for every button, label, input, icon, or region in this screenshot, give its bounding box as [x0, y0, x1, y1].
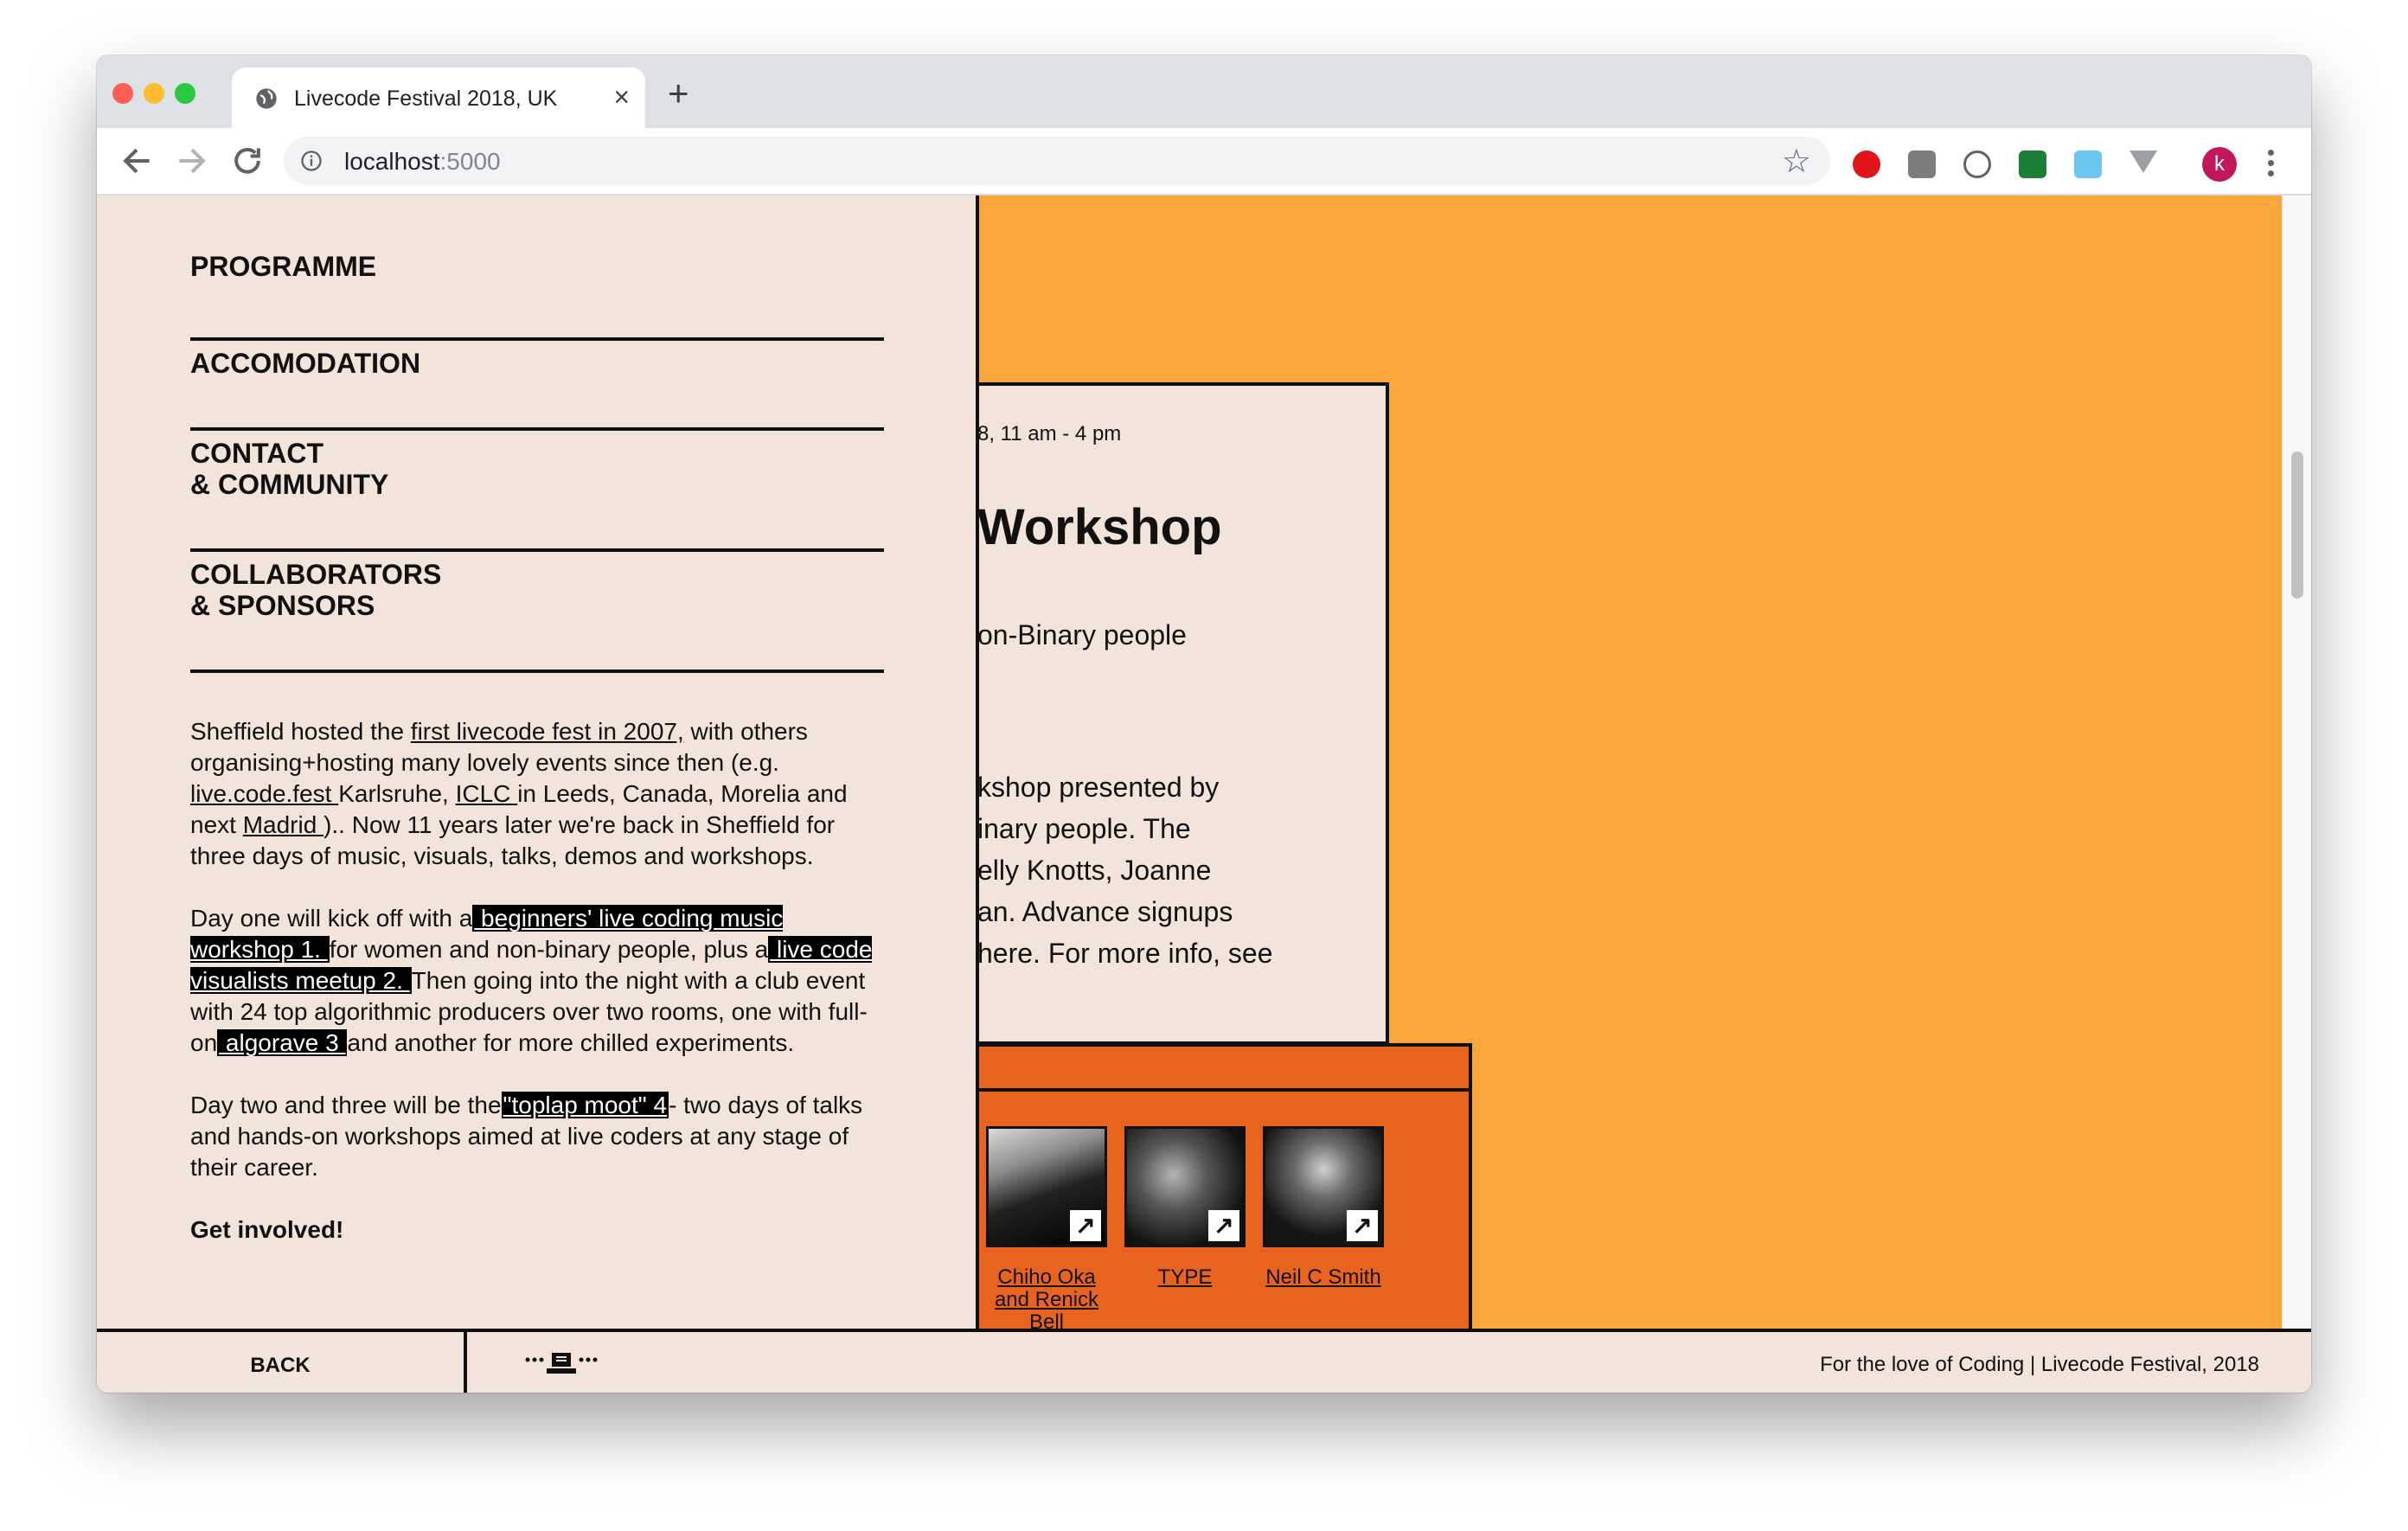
live-code-fest-link[interactable]: live.code.fest: [190, 780, 338, 807]
back-arrow-icon[interactable]: [118, 142, 156, 180]
new-tab-button[interactable]: +: [668, 75, 689, 112]
intro-text: Sheffield hosted the: [190, 718, 411, 745]
side-panel: PROGRAMME ACCOMODATION CONTACT & COMMUNI…: [97, 195, 979, 1329]
footer-credit: For the love of Coding | Livecode Festiv…: [1820, 1353, 2259, 1376]
tab-title: Livecode Festival 2018, UK: [294, 86, 558, 111]
artist-name[interactable]: Chiho Oka and Renick Bell: [986, 1266, 1107, 1334]
event-card: 8, 11 am - 4 pm Workshop on-Binary peopl…: [977, 382, 1389, 1045]
nav-collaborators-sponsors[interactable]: COLLABORATORS & SPONSORS: [190, 548, 884, 673]
maximize-window-button[interactable]: [175, 83, 195, 104]
url-host: localhost: [344, 148, 440, 175]
intro-text: Day one will kick off with a: [190, 905, 473, 932]
tab-strip: Livecode Festival 2018, UK × +: [97, 55, 2311, 128]
artist-card[interactable]: ↗ Chiho Oka and Renick Bell: [986, 1126, 1107, 1334]
vue-extension-icon[interactable]: [2019, 151, 2046, 178]
artist-photo[interactable]: ↗: [1124, 1126, 1246, 1247]
adblock-extension-icon[interactable]: [1853, 151, 1880, 178]
menu-icon[interactable]: [2268, 145, 2275, 183]
intro-text: Karlsruhe,: [338, 780, 456, 807]
browser-window: Livecode Festival 2018, UK × + localhost…: [97, 55, 2311, 1393]
artist-photo[interactable]: ↗: [986, 1126, 1107, 1247]
nav-label[interactable]: PROGRAMME: [190, 251, 376, 282]
iclc-link[interactable]: ICLC: [456, 780, 518, 807]
first-livecode-fest-link[interactable]: first livecode fest in 2007,: [411, 718, 684, 745]
url-port: :5000: [439, 148, 501, 175]
event-subtitle: on-Binary people: [977, 619, 1187, 650]
address-bar[interactable]: localhost:5000 ☆: [284, 137, 1830, 185]
scrollbar-track[interactable]: [2282, 195, 2311, 1329]
get-involved-text: Get involved!: [190, 1216, 344, 1243]
intro-text: and another for more chilled experiments…: [347, 1029, 795, 1056]
bookmark-star-icon[interactable]: ☆: [1782, 142, 1811, 181]
close-tab-icon[interactable]: ×: [613, 83, 630, 111]
external-link-icon[interactable]: ↗: [1347, 1210, 1378, 1241]
nav-accomodation[interactable]: ACCOMODATION: [190, 337, 884, 431]
scrollbar-thumb[interactable]: [2291, 452, 2303, 599]
browser-toolbar: localhost:5000 ☆ k: [97, 128, 2311, 195]
nav-contact-community[interactable]: CONTACT & COMMUNITY: [190, 427, 884, 552]
nav-label[interactable]: COLLABORATORS & SPONSORS: [190, 559, 441, 621]
intro-paragraph-2: Day one will kick off with a beginners' …: [190, 903, 887, 1059]
reload-icon[interactable]: [228, 142, 266, 180]
nav-label[interactable]: CONTACT & COMMUNITY: [190, 438, 388, 500]
event-body: kshop presented by inary people. The ell…: [977, 772, 1273, 969]
intro-paragraph-3: Day two and three will be the"toplap moo…: [190, 1090, 887, 1183]
intro-text: for women and non-binary people, plus a: [329, 936, 769, 963]
profile-avatar[interactable]: k: [2202, 147, 2237, 182]
globe-icon: [256, 88, 277, 109]
toplap-moot-link[interactable]: "toplap moot" 4: [501, 1092, 669, 1118]
external-link-icon[interactable]: ↗: [1208, 1210, 1239, 1241]
vuetify-extension-icon[interactable]: [2129, 151, 2157, 173]
nav-programme[interactable]: PROGRAMME: [190, 247, 884, 341]
info-icon[interactable]: [299, 149, 323, 173]
intro-text: Day two and three will be the: [190, 1092, 502, 1118]
intro-paragraph-1: Sheffield hosted the first livecode fest…: [190, 716, 887, 872]
external-link-icon[interactable]: ↗: [1070, 1210, 1101, 1241]
nav-label[interactable]: ACCOMODATION: [190, 348, 420, 379]
grid-extension-icon[interactable]: [1908, 151, 1936, 178]
close-window-button[interactable]: [112, 83, 133, 104]
forward-arrow-icon[interactable]: [173, 142, 211, 180]
artist-card[interactable]: ↗ TYPE: [1124, 1126, 1246, 1289]
minimize-window-button[interactable]: [144, 83, 164, 104]
algorave-link[interactable]: algorave 3: [217, 1029, 348, 1056]
back-button[interactable]: BACK: [97, 1332, 467, 1393]
page-footer: BACK For the love of Coding | Livecode F…: [97, 1329, 2311, 1393]
artist-name[interactable]: Neil C Smith: [1263, 1266, 1384, 1289]
url-text: localhost:5000: [344, 148, 501, 176]
page-viewport: 8, 11 am - 4 pm Workshop on-Binary peopl…: [97, 195, 2311, 1393]
screenshot-extension-icon[interactable]: [2074, 151, 2102, 178]
code-extension-icon[interactable]: [1963, 151, 1991, 178]
browser-tab[interactable]: Livecode Festival 2018, UK ×: [232, 67, 645, 128]
artist-card[interactable]: ↗ Neil C Smith: [1263, 1126, 1384, 1289]
madrid-link[interactable]: Madrid: [243, 811, 323, 838]
artist-name[interactable]: TYPE: [1124, 1266, 1246, 1289]
event-heading: Workshop: [977, 499, 1222, 555]
artists-divider: [977, 1088, 1469, 1092]
laptop-logo-icon[interactable]: [522, 1348, 600, 1379]
event-date: 8, 11 am - 4 pm: [977, 422, 1122, 445]
artist-photo[interactable]: ↗: [1263, 1126, 1384, 1247]
